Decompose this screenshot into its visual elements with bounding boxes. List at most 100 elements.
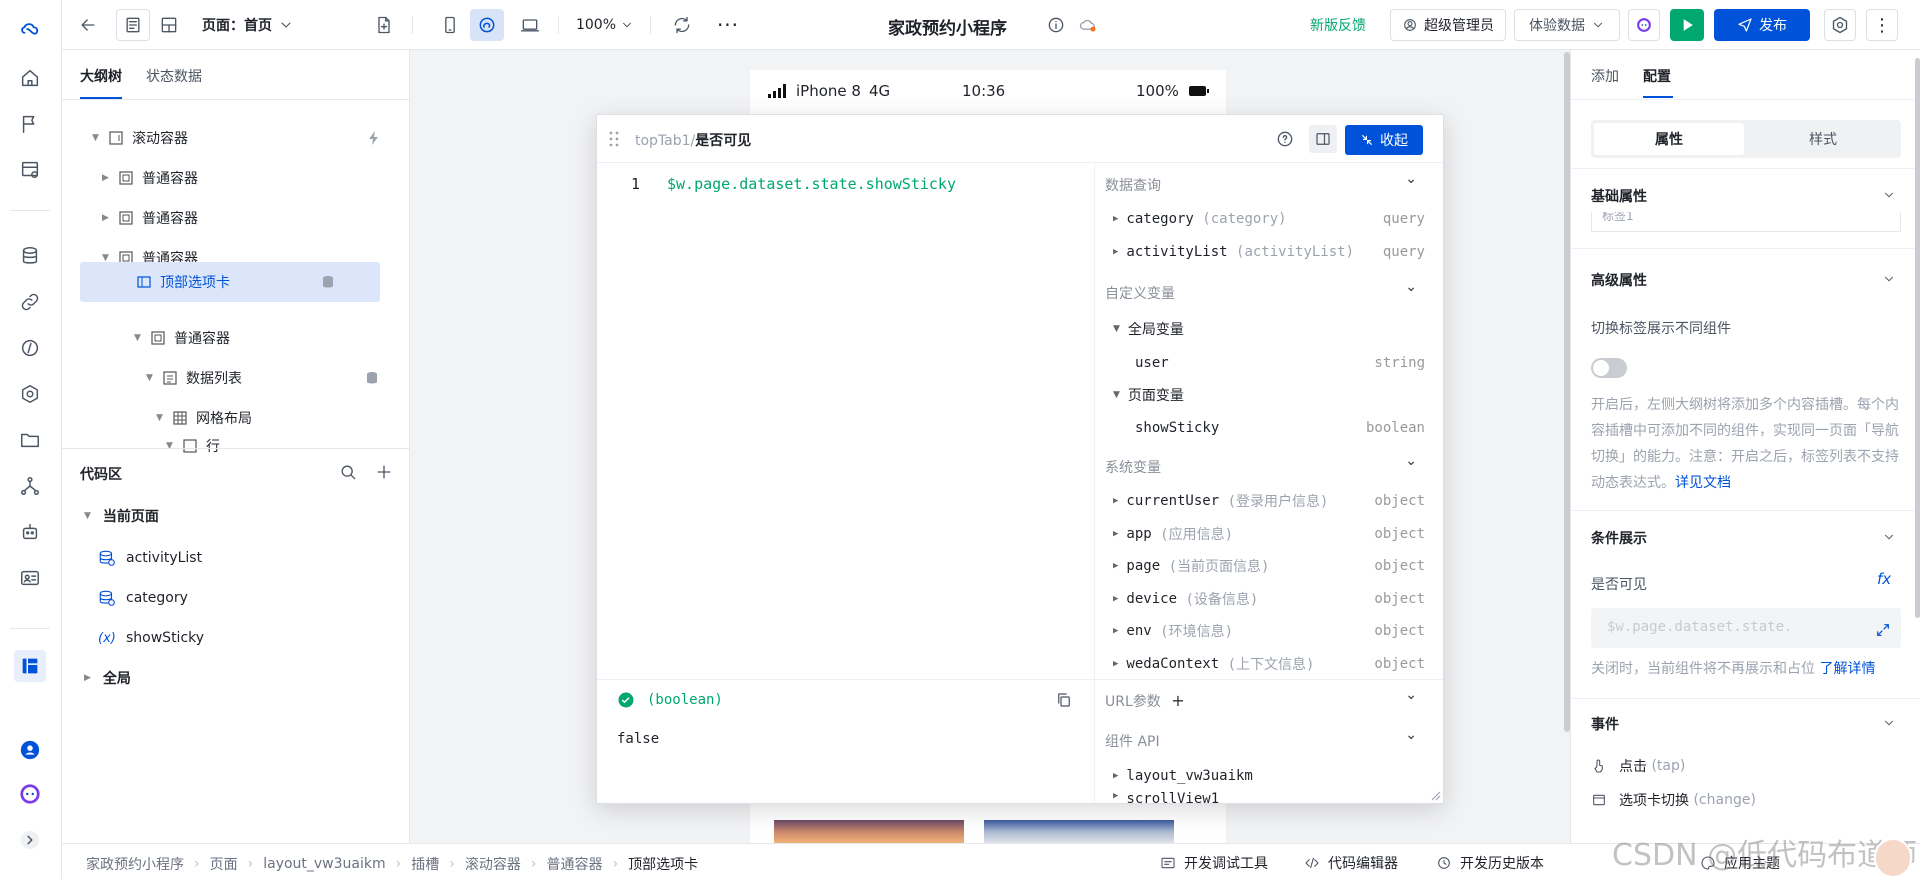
- learn-more-link[interactable]: 了解详情: [1819, 661, 1875, 677]
- admin-role-button[interactable]: 超级管理员: [1390, 9, 1506, 41]
- publish-button[interactable]: 发布: [1714, 9, 1810, 41]
- tab-outline[interactable]: 大纲树: [80, 66, 122, 99]
- breadcrumb-item[interactable]: 滚动容器: [465, 854, 521, 874]
- preview-play-button[interactable]: [1670, 9, 1704, 41]
- assistant-avatar[interactable]: [1874, 838, 1912, 878]
- chevron-down-icon[interactable]: [1882, 272, 1896, 286]
- event-tap[interactable]: 点击 (tap): [1591, 756, 1685, 776]
- breadcrumb-item[interactable]: 家政预约小程序: [86, 854, 184, 874]
- more-icon[interactable]: ···: [712, 9, 744, 41]
- chevron-down-icon[interactable]: ⌄: [1405, 727, 1417, 743]
- right-panel-scrollbar[interactable]: [1915, 58, 1920, 618]
- page-list-icon[interactable]: [116, 9, 150, 41]
- home-icon[interactable]: [14, 62, 46, 94]
- code-item-category[interactable]: category: [62, 580, 410, 616]
- var-system-wedacontext[interactable]: ▶ wedaContext (上下文信息) object: [1095, 648, 1443, 680]
- collapse-button[interactable]: 收起: [1345, 125, 1423, 155]
- var-global-user[interactable]: user string: [1095, 347, 1443, 379]
- code-expression[interactable]: $w.page.dataset.state.showSticky: [667, 175, 956, 193]
- chevron-down-icon[interactable]: ⌄: [1405, 687, 1417, 703]
- section-conditional-display[interactable]: 条件展示: [1591, 528, 1647, 548]
- tab-state-data[interactable]: 状态数据: [146, 66, 202, 86]
- more-menu-icon[interactable]: ⋮: [1866, 9, 1898, 41]
- settings-icon[interactable]: [1824, 9, 1856, 41]
- var-system-app[interactable]: ▶ app (应用信息) object: [1095, 518, 1443, 550]
- tree-node-top-tab-selected[interactable]: 顶部选项卡: [80, 262, 380, 302]
- mobile-view-icon[interactable]: [434, 9, 466, 41]
- api-item-layout[interactable]: ▶ layout_vw3uaikm: [1095, 760, 1443, 792]
- layout-icon[interactable]: [14, 650, 46, 682]
- section-custom-vars[interactable]: 自定义变量: [1105, 283, 1175, 303]
- copy-icon[interactable]: [1055, 691, 1073, 709]
- section-system-vars[interactable]: 系统变量: [1105, 457, 1161, 477]
- var-system-page[interactable]: ▶ page (当前页面信息) object: [1095, 550, 1443, 582]
- event-change[interactable]: 选项卡切换 (change): [1591, 790, 1756, 810]
- breadcrumb-item[interactable]: 插槽: [411, 854, 439, 874]
- tree-node-scroll-container[interactable]: ▼ 滚动容器: [92, 122, 382, 154]
- toggle-side-panel-icon[interactable]: [1309, 125, 1337, 153]
- code-group-global[interactable]: ▶ 全局: [62, 660, 410, 696]
- ai-icon[interactable]: [1628, 9, 1660, 41]
- link-icon[interactable]: [14, 286, 46, 318]
- code-item-showsticky[interactable]: (x) showSticky: [62, 620, 410, 656]
- fx-expression-icon[interactable]: fx: [1877, 570, 1891, 588]
- chevron-down-icon[interactable]: ⌄: [1405, 453, 1417, 469]
- section-component-api[interactable]: 组件 API: [1105, 731, 1160, 751]
- miniprogram-view-icon[interactable]: [470, 9, 504, 41]
- tree-node-container[interactable]: ▶ 普通容器: [102, 202, 382, 234]
- resize-handle-icon[interactable]: [1429, 789, 1441, 801]
- section-events[interactable]: 事件: [1591, 714, 1619, 734]
- history-button[interactable]: 开发历史版本: [1436, 853, 1544, 873]
- layout-grid-icon[interactable]: [152, 9, 186, 41]
- chevron-down-icon[interactable]: [1882, 530, 1896, 544]
- tree-node-container[interactable]: ▼ 普通容器: [134, 322, 384, 354]
- section-advanced-props[interactable]: 高级属性: [1591, 270, 1647, 290]
- refresh-icon[interactable]: [666, 9, 698, 41]
- section-basic-props[interactable]: 基础属性: [1591, 186, 1647, 206]
- api-item-scrollview[interactable]: ▶ scrollView1: [1095, 791, 1443, 803]
- cloud-folder-icon[interactable]: [14, 424, 46, 456]
- database-icon[interactable]: [14, 240, 46, 272]
- var-system-currentuser[interactable]: ▶ currentUser (登录用户信息) object: [1095, 485, 1443, 517]
- tree-node-row[interactable]: ▼ 行: [166, 434, 384, 458]
- breadcrumb-item[interactable]: 普通容器: [546, 854, 602, 874]
- add-icon[interactable]: [374, 462, 394, 482]
- page-selector[interactable]: 页面：首页: [202, 9, 352, 41]
- visible-expression-input[interactable]: $w.page.dataset.state.: [1591, 608, 1901, 648]
- user-avatar-icon[interactable]: [14, 734, 46, 766]
- flag-icon[interactable]: [14, 108, 46, 140]
- basic-input-partial[interactable]: 标签1: [1591, 212, 1901, 232]
- logo-icon[interactable]: [14, 14, 46, 46]
- group-global-vars[interactable]: ▼ 全局变量: [1095, 313, 1443, 345]
- drag-handle-icon[interactable]: [609, 131, 619, 147]
- tree-node-data-list[interactable]: ▼ 数据列表: [146, 362, 384, 394]
- robot-icon[interactable]: [14, 516, 46, 548]
- var-page-showsticky[interactable]: showSticky boolean: [1095, 412, 1443, 444]
- breadcrumb-item[interactable]: 页面: [210, 854, 238, 874]
- add-page-icon[interactable]: [368, 9, 400, 41]
- expand-rail-icon[interactable]: [14, 824, 46, 856]
- dev-tools-button[interactable]: 开发调试工具: [1160, 853, 1268, 873]
- ai-assistant-icon[interactable]: [14, 778, 46, 810]
- tree-node-grid-layout[interactable]: ▼ 网格布局: [156, 402, 384, 434]
- var-query-category[interactable]: ▶ category (category) query: [1095, 203, 1443, 235]
- tree-node-container[interactable]: ▶ 普通容器: [102, 162, 382, 194]
- code-editor-button[interactable]: 代码编辑器: [1304, 853, 1398, 873]
- help-icon[interactable]: [1275, 129, 1295, 149]
- chevron-down-icon[interactable]: ⌄: [1405, 279, 1417, 295]
- search-icon[interactable]: [338, 462, 358, 482]
- data-mode-select[interactable]: 体验数据: [1514, 9, 1620, 41]
- expand-icon[interactable]: [1875, 622, 1891, 638]
- api-icon[interactable]: [14, 332, 46, 364]
- chevron-down-icon[interactable]: [1882, 188, 1896, 202]
- back-arrow-icon[interactable]: [72, 9, 104, 41]
- tab-config[interactable]: 配置: [1643, 66, 1671, 86]
- var-system-env[interactable]: ▶ env (环境信息) object: [1095, 615, 1443, 647]
- breadcrumb-item-current[interactable]: 顶部选项卡: [628, 854, 698, 874]
- component-icon[interactable]: [14, 378, 46, 410]
- tab-add[interactable]: 添加: [1591, 66, 1619, 86]
- breadcrumb-item[interactable]: layout_vw3uaikm: [263, 856, 385, 872]
- section-url-params[interactable]: URL参数 +: [1105, 691, 1185, 711]
- add-icon[interactable]: +: [1171, 691, 1184, 710]
- page-icon[interactable]: [14, 154, 46, 186]
